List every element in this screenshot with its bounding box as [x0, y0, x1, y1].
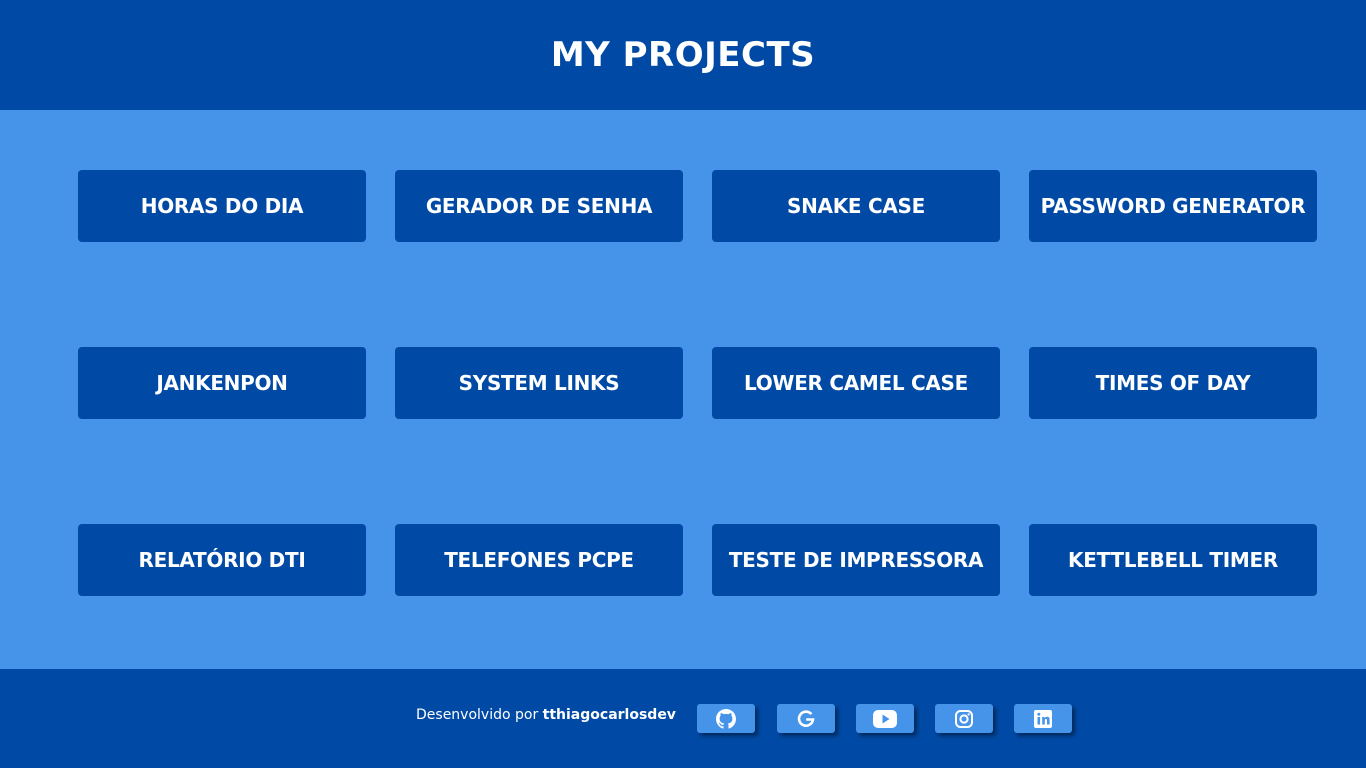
project-button-times-of-day[interactable]: TIMES OF DAY [1029, 347, 1317, 419]
author-name: tthiagocarlosdev [542, 707, 676, 723]
github-icon [716, 708, 736, 729]
instagram-icon [955, 709, 973, 728]
project-button-horas-do-dia[interactable]: HORAS DO DIA [78, 170, 366, 242]
project-button-relatorio-dti[interactable]: RELATÓRIO DTI [78, 524, 366, 596]
github-link-button[interactable] [697, 704, 755, 733]
linkedin-link-button[interactable] [1014, 704, 1072, 733]
project-button-teste-de-impressora[interactable]: TESTE DE IMPRESSORA [712, 524, 1000, 596]
google-icon [797, 709, 815, 727]
linkedin-icon [1034, 709, 1052, 728]
instagram-link-button[interactable] [935, 704, 993, 733]
project-button-telefones-pcpe[interactable]: TELEFONES PCPE [395, 524, 683, 596]
youtube-icon [873, 709, 897, 728]
projects-section: HORAS DO DIA GERADOR DE SENHA SNAKE CASE… [0, 110, 1366, 669]
project-button-snake-case[interactable]: SNAKE CASE [712, 170, 1000, 242]
page-header: MY PROJECTS [0, 0, 1366, 110]
project-button-password-generator[interactable]: PASSWORD GENERATOR [1029, 170, 1317, 242]
project-button-jankenpon[interactable]: JANKENPON [78, 347, 366, 419]
credit-prefix: Desenvolvido por [416, 707, 543, 723]
youtube-link-button[interactable] [856, 704, 914, 733]
page-footer: Desenvolvido por tthiagocarlosdev [0, 669, 1366, 768]
footer-credit: Desenvolvido por tthiagocarlosdev [416, 707, 676, 723]
project-button-lower-camel-case[interactable]: LOWER CAMEL CASE [712, 347, 1000, 419]
projects-grid: HORAS DO DIA GERADOR DE SENHA SNAKE CASE… [78, 170, 1317, 596]
page-title: MY PROJECTS [550, 35, 816, 75]
project-button-gerador-de-senha[interactable]: GERADOR DE SENHA [395, 170, 683, 242]
project-button-system-links[interactable]: SYSTEM LINKS [395, 347, 683, 419]
google-link-button[interactable] [777, 704, 835, 733]
project-button-kettlebell-timer[interactable]: KETTLEBELL TIMER [1029, 524, 1317, 596]
